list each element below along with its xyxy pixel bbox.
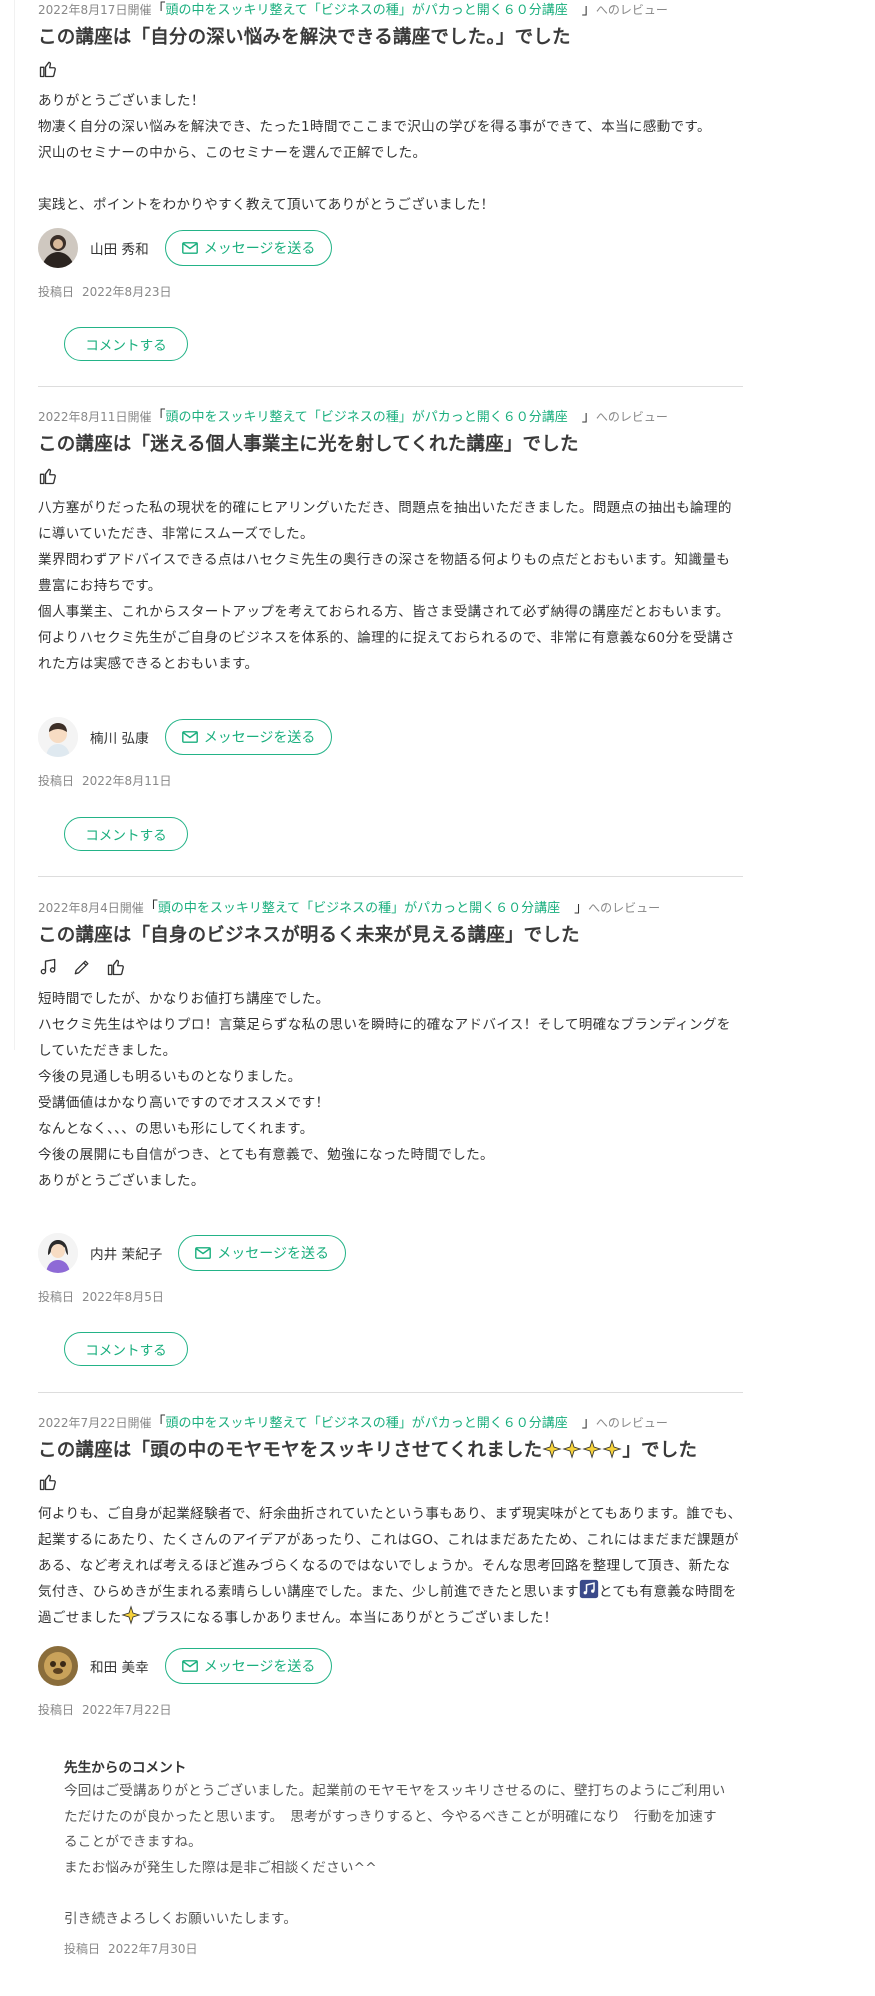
author-name[interactable]: 内井 茉紀子	[90, 1243, 162, 1263]
review-suffix: へのレビュー	[595, 3, 668, 17]
mail-icon	[181, 1660, 198, 1672]
reaction-icons	[38, 56, 743, 82]
review-headline: この講座は「自分の深い悩みを解決できる講座でした。」でした	[38, 27, 571, 48]
reaction-icons	[38, 1469, 743, 1495]
sparkle-emoji-icon	[542, 1439, 563, 1459]
course-link[interactable]: 頭の中をスッキリ整えて「ビジネスの種」がパカっと開く６０分講座	[165, 410, 567, 425]
date-held: 2022年7月22日開催	[38, 1416, 152, 1430]
send-message-button[interactable]: メッセージを送る	[178, 1235, 347, 1271]
pencil-icon[interactable]	[72, 957, 92, 977]
sparkle-emoji-icon	[562, 1439, 583, 1459]
review-author-row: 和田 美幸 メッセージを送る 投稿日 2022年7月22日	[38, 1646, 743, 1720]
comment-button[interactable]: コメントする	[64, 817, 188, 851]
review-headline: この講座は「自身のビジネスが明るく未来が見える講座」でした	[38, 925, 580, 946]
review-card: 2022年8月11日開催「頭の中をスッキリ整えて「ビジネスの種」がパカっと開く６…	[38, 407, 743, 677]
teacher-comment: 先生からのコメント 今回はご受講ありがとうございました。起業前のモヤモヤをスッキ…	[64, 1757, 729, 1957]
review-suffix: へのレビュー	[595, 410, 668, 424]
review-suffix: へのレビュー	[588, 901, 661, 915]
send-message-label: メッセージを送る	[203, 241, 316, 257]
review-author-row: 山田 秀和 メッセージを送る 投稿日 2022年8月23日	[38, 228, 743, 302]
avatar[interactable]	[38, 1646, 78, 1686]
mail-icon	[181, 242, 198, 254]
review-body: ありがとうございました！ 物凄く自分の深い悩みを解決でき、たった1時間でここまで…	[38, 93, 711, 213]
mail-icon	[195, 1247, 212, 1259]
comment-button[interactable]: コメントする	[64, 327, 188, 361]
review-author-row: 内井 茉紀子 メッセージを送る 投稿日 2022年8月5日	[38, 1233, 743, 1307]
review-headline: この講座は「迷える個人事業主に光を射してくれた講座」でした	[38, 434, 579, 455]
send-message-label: メッセージを送る	[203, 730, 316, 746]
review-divider	[38, 876, 743, 877]
review-meta: 2022年8月17日開催「頭の中をスッキリ整えて「ビジネスの種」がパカっと開く６…	[38, 2, 668, 18]
sparkle-emoji-icon	[602, 1439, 623, 1459]
mail-icon	[181, 731, 198, 743]
avatar[interactable]	[38, 717, 78, 757]
thumbs-up-icon[interactable]	[38, 1472, 58, 1492]
review-meta: 2022年8月4日開催「頭の中をスッキリ整えて「ビジネスの種」がパカっと開く６０…	[38, 900, 661, 916]
send-message-button[interactable]: メッセージを送る	[164, 1648, 333, 1684]
posted-date: 投稿日 2022年8月23日	[38, 285, 172, 299]
date-held: 2022年8月11日開催	[38, 410, 152, 424]
left-sidebar-edge	[14, 0, 15, 1050]
comment-button[interactable]: コメントする	[64, 1332, 188, 1366]
posted-date: 投稿日 2022年8月5日	[38, 1290, 164, 1304]
avatar[interactable]	[38, 228, 78, 268]
author: 内井 茉紀子 メッセージを送る	[38, 1233, 743, 1273]
review-meta: 2022年7月22日開催「頭の中をスッキリ整えて「ビジネスの種」がパカっと開く６…	[38, 1415, 668, 1431]
posted-date: 投稿日 2022年8月11日	[38, 774, 172, 788]
author: 和田 美幸 メッセージを送る	[38, 1646, 743, 1686]
posted-date: 投稿日 2022年7月22日	[38, 1703, 172, 1717]
review-divider	[38, 1392, 743, 1393]
review-body: 八方塞がりだった私の現状を的確にヒアリングいただき、問題点を抽出いただきました。…	[38, 500, 735, 672]
author-name[interactable]: 山田 秀和	[90, 238, 149, 258]
thumbs-up-icon[interactable]	[38, 466, 58, 486]
sparkle-emoji-icon	[582, 1439, 603, 1459]
author-name[interactable]: 和田 美幸	[90, 1656, 149, 1676]
course-link[interactable]: 頭の中をスッキリ整えて「ビジネスの種」がパカっと開く６０分講座	[158, 901, 560, 916]
date-held: 2022年8月4日開催	[38, 901, 144, 915]
reviews-page: 2022年8月17日開催「頭の中をスッキリ整えて「ビジネスの種」がパカっと開く６…	[0, 0, 875, 1996]
thumbs-up-icon[interactable]	[106, 957, 126, 977]
review-body: 短時間でしたが、かなりお値打ち講座でした。 ハセクミ先生はやはりプロ！言葉足らず…	[38, 991, 731, 1189]
author: 楠川 弘康 メッセージを送る	[38, 717, 743, 757]
review-body: 何よりも、ご自身が起業経験者で、紆余曲折されていたという事もあり、まず現実味がと…	[38, 1506, 742, 1626]
review-card: 2022年8月17日開催「頭の中をスッキリ整えて「ビジネスの種」がパカっと開く６…	[38, 0, 743, 218]
teacher-comment-posted-date: 投稿日 2022年7月30日	[64, 1942, 198, 1956]
send-message-button[interactable]: メッセージを送る	[164, 230, 333, 266]
review-divider	[38, 386, 743, 387]
music-notes-emoji-icon	[579, 1579, 599, 1599]
review-suffix: へのレビュー	[595, 1416, 668, 1430]
sparkle-emoji-icon	[121, 1605, 142, 1625]
author: 山田 秀和 メッセージを送る	[38, 228, 743, 268]
send-message-label: メッセージを送る	[203, 1659, 316, 1675]
send-message-label: メッセージを送る	[217, 1246, 330, 1262]
course-link[interactable]: 頭の中をスッキリ整えて「ビジネスの種」がパカっと開く６０分講座	[165, 1416, 567, 1431]
date-held: 2022年8月17日開催	[38, 3, 152, 17]
author-name[interactable]: 楠川 弘康	[90, 727, 149, 747]
teacher-comment-title: 先生からのコメント	[64, 1760, 187, 1776]
reaction-icons	[38, 463, 743, 489]
music-note-icon[interactable]	[38, 957, 58, 977]
teacher-comment-body: 今回はご受講ありがとうございました。起業前のモヤモヤをスッキリさせるのに、壁打ち…	[64, 1783, 726, 1927]
avatar[interactable]	[38, 1233, 78, 1273]
review-headline: この講座は「頭の中のモヤモヤをスッキリさせてくれました 」でした	[38, 1439, 698, 1461]
review-author-row: 楠川 弘康 メッセージを送る 投稿日 2022年8月11日	[38, 717, 743, 791]
send-message-button[interactable]: メッセージを送る	[164, 719, 333, 755]
review-meta: 2022年8月11日開催「頭の中をスッキリ整えて「ビジネスの種」がパカっと開く６…	[38, 409, 668, 425]
reaction-icons	[38, 954, 743, 980]
review-card: 2022年7月22日開催「頭の中をスッキリ整えて「ビジネスの種」がパカっと開く６…	[38, 1413, 743, 1631]
review-card: 2022年8月4日開催「頭の中をスッキリ整えて「ビジネスの種」がパカっと開く６０…	[38, 898, 743, 1194]
course-link[interactable]: 頭の中をスッキリ整えて「ビジネスの種」がパカっと開く６０分講座	[165, 3, 567, 18]
thumbs-up-icon[interactable]	[38, 59, 58, 79]
